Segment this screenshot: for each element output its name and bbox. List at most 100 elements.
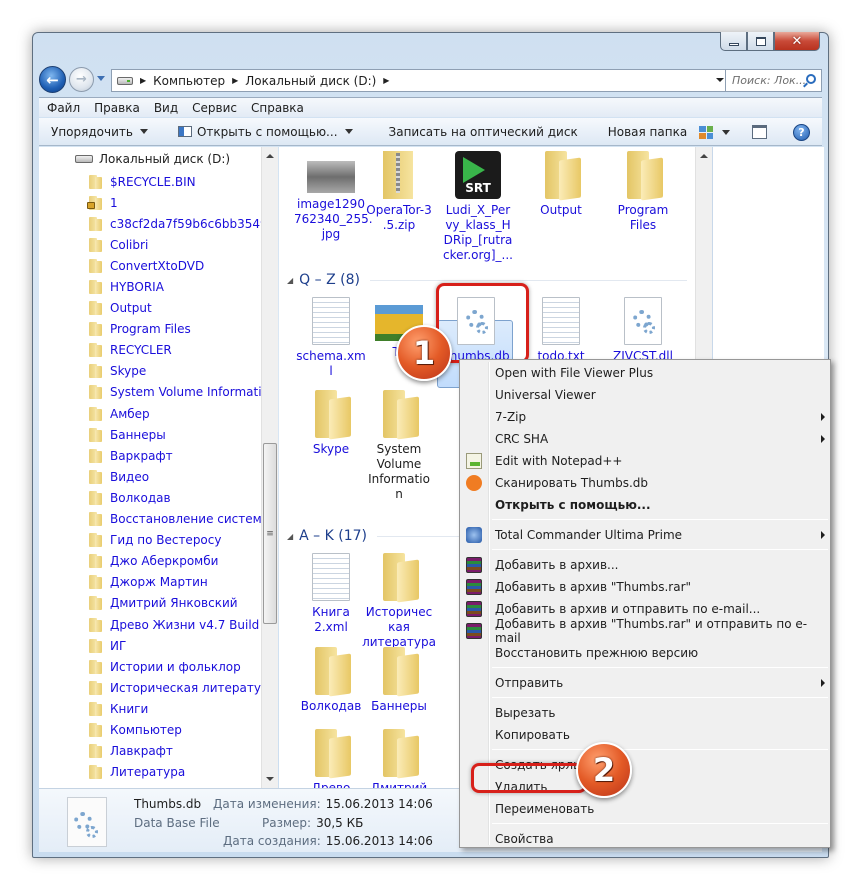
file-tile[interactable]: Баннеры (362, 647, 436, 714)
breadcrumb-separator-icon[interactable]: ▶ (232, 76, 238, 85)
view-options-dropdown[interactable] (722, 129, 730, 135)
nav-folder-item[interactable]: Историческая литература (89, 677, 261, 698)
nav-folder-item[interactable]: Дмитрий Янковский (89, 593, 261, 614)
nav-folder-item[interactable]: Colibri (89, 234, 261, 255)
file-tile[interactable]: SRT Ludi_X_Per vy_klass_H DRip_[rutra cke… (441, 151, 515, 263)
menu-help[interactable]: Справка (251, 101, 304, 115)
context-menu-item[interactable]: Вырезать (462, 702, 828, 724)
menu-edit[interactable]: Правка (94, 101, 140, 115)
close-button[interactable]: ✕ (774, 32, 820, 51)
forward-button[interactable]: → (69, 67, 94, 92)
nav-folder-label: Джорж Мартин (110, 575, 208, 590)
file-tile[interactable]: Дмитрий Янковский (362, 729, 436, 788)
minimize-button[interactable] (720, 32, 747, 51)
nav-folder-item[interactable]: Гид по Вестеросу (89, 530, 261, 551)
nav-folder-item[interactable]: Компьютер (89, 719, 261, 740)
preview-pane-icon[interactable] (752, 125, 767, 139)
nav-folder-item[interactable]: ConvertXtoDVD (89, 255, 261, 276)
organize-button[interactable]: Упорядочить (51, 125, 148, 139)
nav-folder-item[interactable]: Видео (89, 466, 261, 487)
burn-button[interactable]: Записать на оптический диск (389, 125, 578, 139)
file-tile[interactable]: ZJVCST.dll (606, 297, 680, 364)
nav-folder-item[interactable]: Баннеры (89, 424, 261, 445)
nav-pane-scrollbar[interactable]: ≡ (261, 147, 278, 788)
file-tile[interactable]: Output (524, 151, 598, 218)
search-input[interactable]: Поиск: Лок... (725, 69, 822, 92)
menu-file[interactable]: Файл (47, 101, 80, 115)
file-tile[interactable]: Историчес кая литература (362, 553, 436, 650)
context-menu-item[interactable]: Добавить в архив "Thumbs.rar" и отправит… (462, 617, 828, 645)
nav-folder-item[interactable]: System Volume Information (89, 382, 261, 403)
open-with-button[interactable]: Открыть с помощью... (177, 125, 353, 139)
context-menu-item[interactable]: Edit with Notepad++ (462, 450, 828, 472)
context-menu-item[interactable]: CRC SHA (462, 428, 828, 450)
scroll-up-icon[interactable] (700, 154, 708, 158)
file-tile[interactable]: todo.txt (524, 297, 598, 364)
menu-tools[interactable]: Сервис (192, 101, 237, 115)
nav-folder-item[interactable]: Варкрафт (89, 445, 261, 466)
context-menu-item[interactable]: Сканировать Thumbs.db (462, 472, 828, 494)
back-button[interactable]: ← (39, 66, 66, 93)
context-menu-item[interactable]: Добавить в архив "Thumbs.rar" (462, 576, 828, 598)
breadcrumb-computer[interactable]: Компьютер (153, 74, 225, 88)
nav-folder-item[interactable]: $RECYCLE.BIN (89, 171, 261, 192)
context-menu-item[interactable]: 7-Zip (462, 406, 828, 428)
chevron-down-icon (139, 129, 148, 134)
nav-folder-item[interactable]: Восстановление системы (89, 509, 261, 530)
maximize-button[interactable] (747, 32, 774, 51)
nav-folder-item[interactable]: Джорж Мартин (89, 572, 261, 593)
file-tile[interactable]: Skype (294, 390, 368, 457)
file-tile[interactable]: Program Files (606, 151, 680, 233)
file-tile[interactable]: image1290 762340_255. jpg (294, 151, 373, 242)
breadcrumb-separator-icon[interactable]: ▶ (140, 76, 146, 85)
nav-folder-item[interactable]: Книги (89, 698, 261, 719)
nav-folder-item[interactable]: Литература (89, 762, 261, 783)
file-tile[interactable]: Волкодав (294, 647, 368, 714)
address-history-dropdown[interactable] (716, 78, 724, 82)
nav-folder-item[interactable]: Амбер (89, 403, 261, 424)
nav-folder-item[interactable]: 1 (87, 192, 261, 213)
file-tile[interactable]: System Volume Informatio n (362, 390, 436, 502)
search-icon[interactable] (806, 74, 816, 84)
file-tile[interactable]: Древо Жизни v4.7 Build 04.12 (294, 729, 368, 788)
context-menu-item[interactable]: Свойства (462, 828, 828, 850)
collapse-group-icon[interactable]: ◢ (287, 276, 293, 285)
change-view-icon[interactable] (699, 125, 713, 139)
file-tile[interactable]: OperaTor-3 .5.zip (362, 151, 436, 233)
file-tile[interactable]: schema.xm l (294, 297, 368, 379)
context-menu-item[interactable]: Копировать (462, 724, 828, 746)
scroll-up-icon[interactable] (266, 154, 274, 158)
new-folder-button[interactable]: Новая папка (608, 125, 687, 139)
context-menu-item[interactable]: Total Commander Ultima Prime (462, 524, 828, 546)
context-menu-item[interactable]: Добавить в архив... (462, 554, 828, 576)
nav-folder-item[interactable]: Древо Жизни v4.7 Build 04.1 (89, 614, 261, 635)
context-menu-item[interactable]: Open with File Viewer Plus (462, 362, 828, 384)
breadcrumb-separator-icon[interactable]: ▶ (383, 76, 389, 85)
scroll-down-icon[interactable] (266, 777, 274, 781)
nav-folder-item[interactable]: Skype (89, 361, 261, 382)
nav-folder-item[interactable]: Program Files (89, 319, 261, 340)
nav-folder-item[interactable]: Output (89, 298, 261, 319)
context-menu-item[interactable]: Открыть с помощью... (462, 494, 828, 516)
menu-view[interactable]: Вид (154, 101, 178, 115)
nav-folder-item[interactable]: Истории и фольклор (89, 656, 261, 677)
nav-folder-item[interactable]: RECYCLER (89, 340, 261, 361)
context-menu-item[interactable]: Восстановить прежнюю версию (462, 642, 828, 664)
nav-folder-item[interactable]: Джо Аберкромби (89, 551, 261, 572)
nav-root-local-disk[interactable]: Локальный диск (D:) (75, 152, 230, 166)
help-icon[interactable]: ? (793, 123, 810, 141)
context-menu-item[interactable]: Отправить (462, 672, 828, 694)
context-menu-item[interactable]: Переименовать (462, 798, 828, 820)
breadcrumb-local-disk[interactable]: Локальный диск (D:) (245, 74, 376, 88)
address-bar[interactable]: ▶ Компьютер ▶ Локальный диск (D:) ▶ ⇆ (111, 69, 755, 92)
nav-folder-item[interactable]: Волкодав (89, 487, 261, 508)
nav-folder-item[interactable]: Лавкрафт (89, 741, 261, 762)
scrollbar-thumb[interactable]: ≡ (263, 443, 277, 624)
nav-folder-item[interactable]: c38cf2da7f59b6c6bb35490e (89, 213, 261, 234)
recent-pages-dropdown[interactable] (97, 76, 105, 81)
nav-folder-item[interactable]: HYBORIA (89, 276, 261, 297)
nav-folder-item[interactable]: ИГ (89, 635, 261, 656)
context-menu-item[interactable]: Universal Viewer (462, 384, 828, 406)
file-tile[interactable]: Книга 2.xml (294, 553, 368, 635)
collapse-group-icon[interactable]: ◢ (287, 532, 293, 541)
